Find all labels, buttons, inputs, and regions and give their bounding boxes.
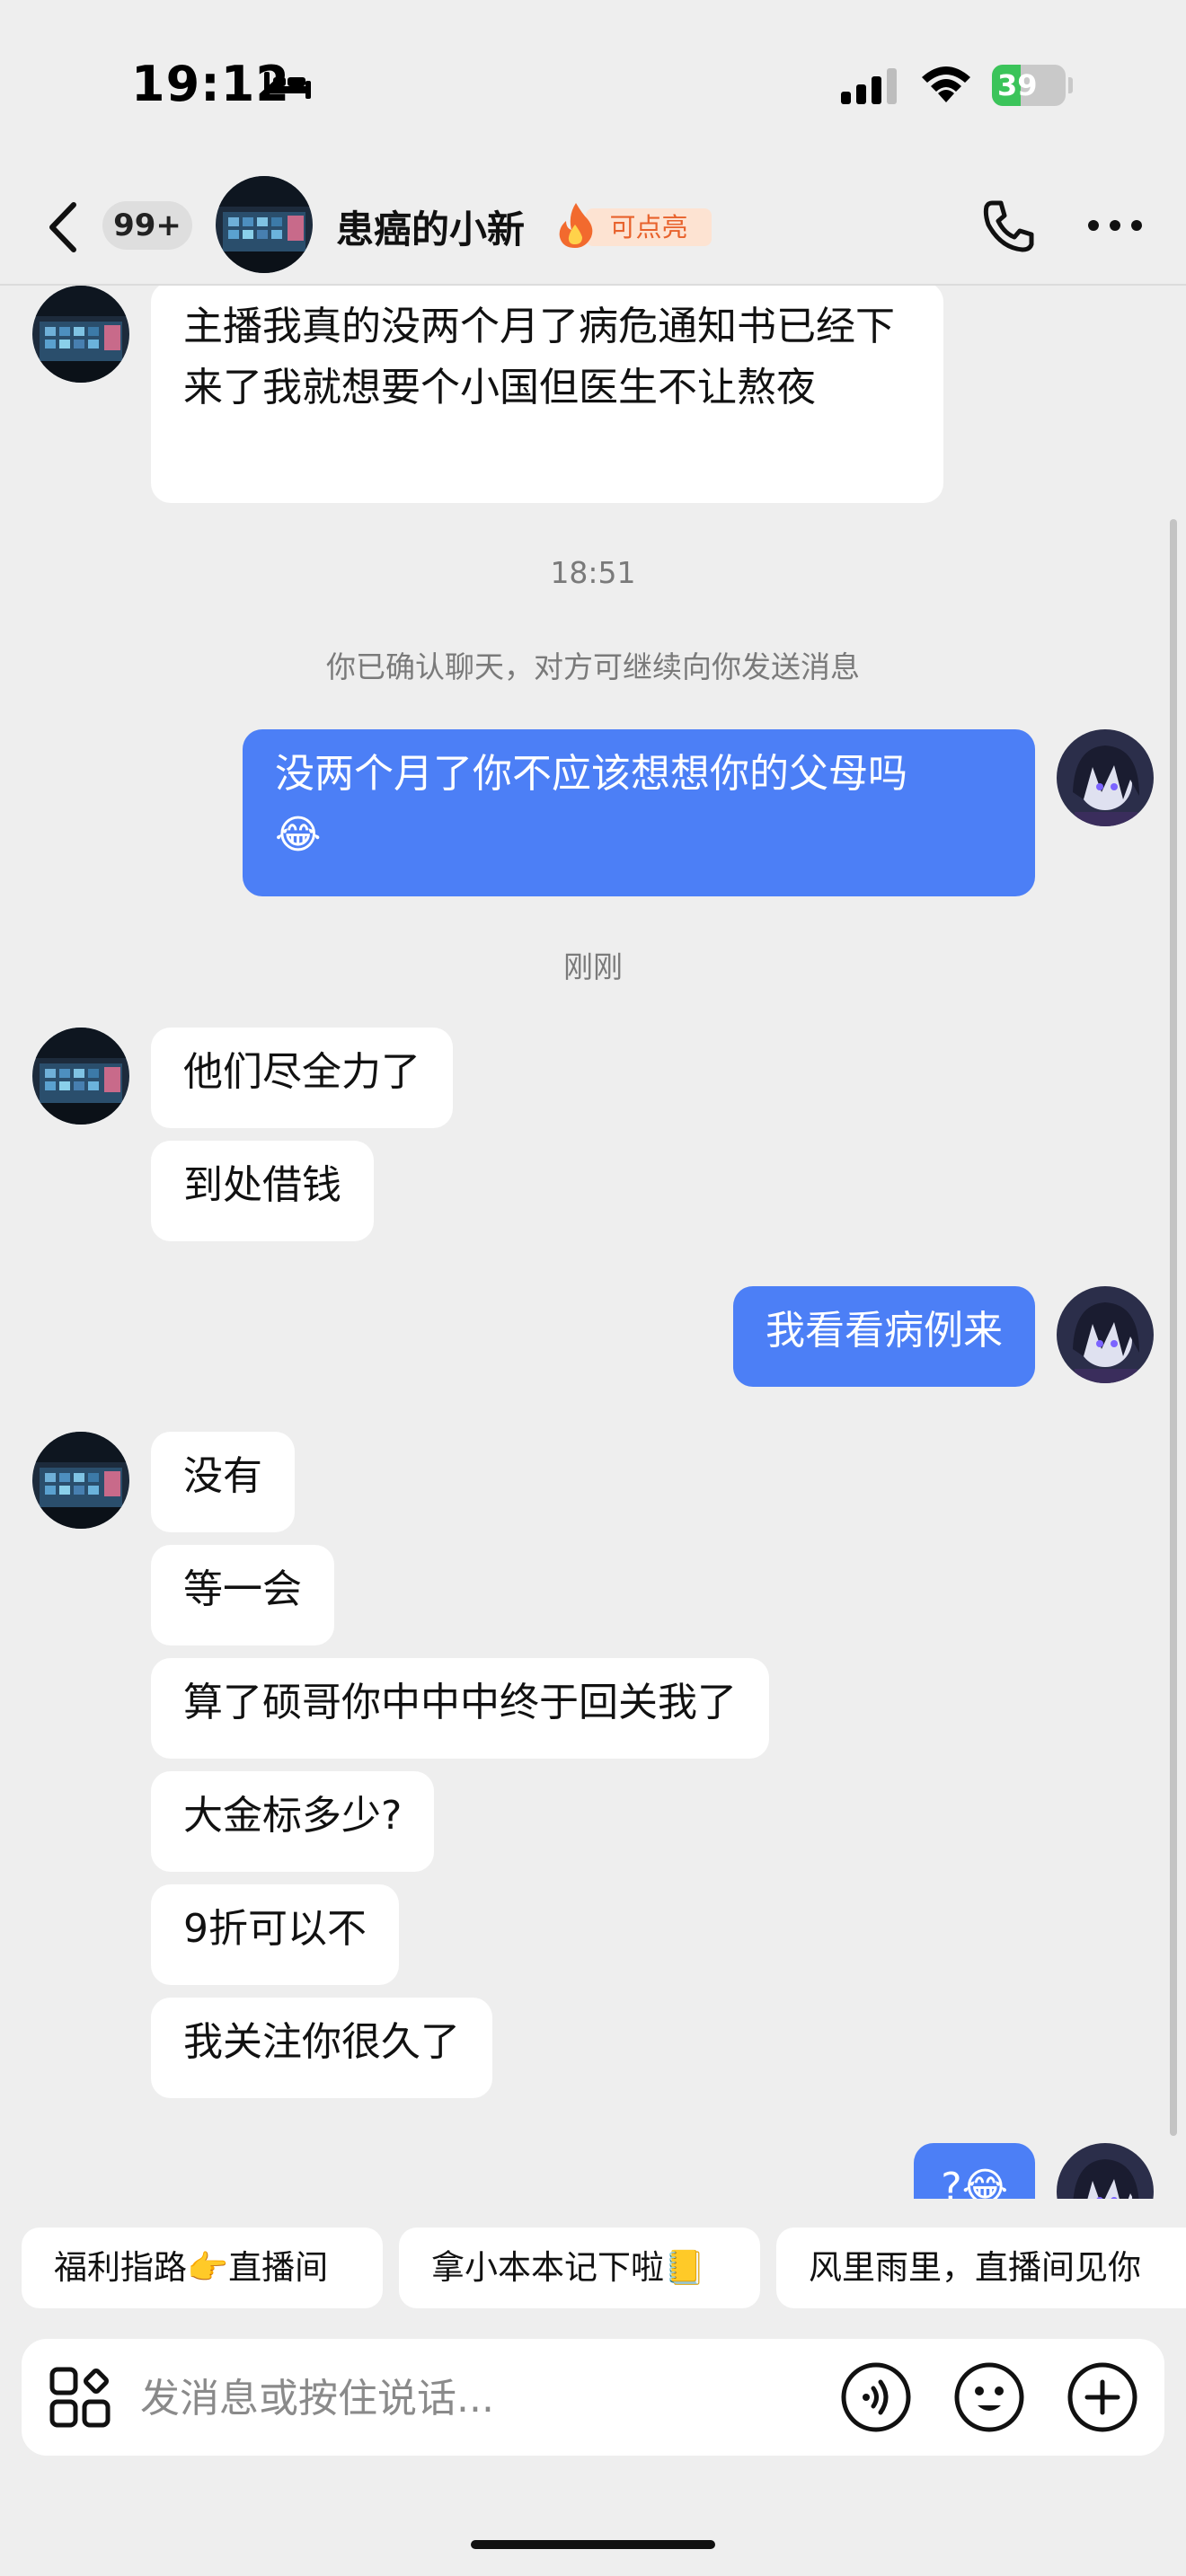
message-text: 9折可以不	[183, 1906, 367, 1952]
contact-avatar[interactable]	[32, 286, 129, 383]
message-input-bar	[22, 2339, 1164, 2456]
message-bubble-incoming[interactable]: 我关注你很久了	[151, 1998, 492, 2098]
message-text: 等一会	[183, 1566, 302, 1612]
battery-percent: 39	[997, 68, 1038, 102]
message-text: 他们尽全力了	[183, 1049, 420, 1095]
quick-reply-chip[interactable]: 风里雨里，直播间见你	[776, 2228, 1186, 2308]
message-text: 我关注你很久了	[183, 2019, 460, 2065]
message-bubble-incoming[interactable]: 9折可以不	[151, 1884, 399, 1985]
message-bubble-incoming[interactable]: 到处借钱	[151, 1141, 374, 1241]
message-input[interactable]	[138, 2366, 825, 2430]
message-text: 到处借钱	[183, 1162, 341, 1208]
quick-reply-chip[interactable]: 福利指路👉直播间	[22, 2228, 383, 2308]
message-bubble-incoming[interactable]: 没有	[151, 1432, 295, 1532]
contact-avatar[interactable]	[216, 176, 313, 273]
message-timestamp: 刚刚	[563, 949, 623, 984]
message-text: ?	[941, 2165, 962, 2199]
home-indicator[interactable]	[471, 2540, 715, 2549]
message-text: 主播我真的没两个月了病危通知书已经下来了我就想要个小国但医生不让熬夜	[183, 304, 895, 410]
chat-header: 99+ 患癌的小新 可点亮	[0, 171, 1186, 286]
message-bubble-incoming[interactable]: 他们尽全力了	[151, 1028, 453, 1128]
flame-tag-label: 可点亮	[586, 208, 712, 246]
unread-count-badge[interactable]: 99+	[102, 201, 192, 250]
message-bubble-outgoing[interactable]: 没两个月了你不应该想想你的父母吗 😂	[243, 729, 1035, 896]
contact-name[interactable]: 患癌的小新	[336, 199, 525, 254]
battery-icon: 39	[992, 65, 1073, 106]
message-bubble-outgoing[interactable]: ?😂	[914, 2143, 1035, 2199]
emoji-icon[interactable]	[952, 2360, 1026, 2434]
bed-icon	[264, 72, 311, 99]
system-notice: 你已确认聊天，对方可继续向你发送消息	[326, 649, 860, 684]
self-avatar[interactable]	[1057, 2143, 1154, 2199]
message-bubble-incoming[interactable]: 算了硕哥你中中中终于回关我了	[151, 1658, 769, 1759]
wifi-icon	[922, 66, 970, 102]
apps-icon[interactable]	[49, 2366, 111, 2429]
laughing-emoji-icon: 😂	[961, 2165, 1008, 2199]
message-bubble-outgoing[interactable]: 我看看病例来	[733, 1286, 1035, 1387]
self-avatar[interactable]	[1057, 729, 1154, 826]
message-text: 我看看病例来	[766, 1308, 1003, 1354]
back-icon[interactable]	[41, 198, 86, 257]
message-bubble-incoming[interactable]: 主播我真的没两个月了病危通知书已经下来了我就想要个小国但医生不让熬夜	[151, 286, 943, 503]
quick-reply-chip[interactable]: 拿小本本记下啦📒	[399, 2228, 760, 2308]
message-text: 算了硕哥你中中中终于回关我了	[183, 1680, 737, 1725]
status-bar: 19:12 39	[0, 0, 1186, 171]
flame-icon	[559, 203, 593, 248]
scrollbar[interactable]	[1170, 519, 1177, 2136]
quick-reply-bar: 福利指路👉直播间 拿小本本记下啦📒 风里雨里，直播间见你	[0, 2228, 1186, 2310]
message-list[interactable]: 主播我真的没两个月了病危通知书已经下来了我就想要个小国但医生不让熬夜 18:51…	[0, 286, 1186, 2199]
laughing-emoji-icon: 😂	[275, 812, 322, 858]
plus-icon[interactable]	[1066, 2360, 1139, 2434]
voice-icon[interactable]	[839, 2360, 913, 2434]
message-bubble-incoming[interactable]: 大金标多少?	[151, 1771, 435, 1872]
signal-icon	[841, 68, 897, 104]
message-timestamp: 18:51	[550, 555, 636, 590]
message-text: 没两个月了你不应该想想你的父母吗	[275, 751, 907, 797]
message-text: 大金标多少?	[183, 1793, 403, 1839]
message-text: 没有	[183, 1453, 262, 1499]
message-bubble-incoming[interactable]: 等一会	[151, 1545, 334, 1645]
contact-avatar[interactable]	[32, 1432, 129, 1529]
contact-avatar[interactable]	[32, 1028, 129, 1125]
phone-icon[interactable]	[979, 198, 1037, 255]
self-avatar[interactable]	[1057, 1286, 1154, 1383]
flame-tag[interactable]: 可点亮	[555, 201, 712, 250]
more-icon[interactable]	[1087, 219, 1143, 232]
